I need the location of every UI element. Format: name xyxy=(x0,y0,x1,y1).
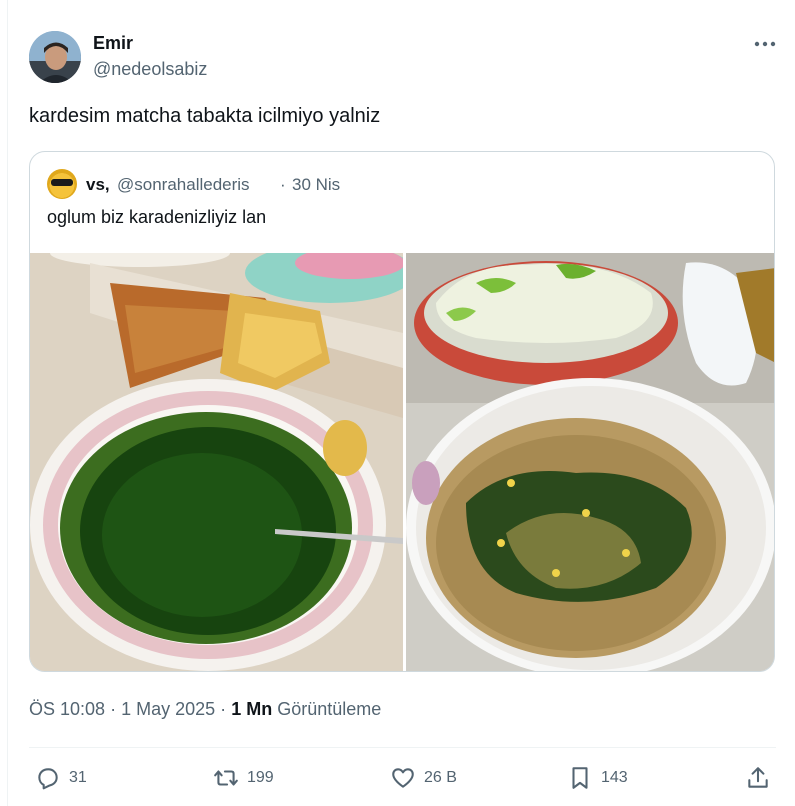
tweet-time[interactable]: ÖS 10:08 xyxy=(29,699,105,719)
bookmark-button[interactable]: 143 xyxy=(567,763,628,793)
reply-count: 31 xyxy=(69,769,87,786)
quote-avatar xyxy=(47,169,77,199)
quoted-tweet[interactable]: vs, @sonrahallederis · 30 Nis oglum biz … xyxy=(29,151,775,672)
quote-text: oglum biz karadenizliyiz lan xyxy=(47,207,267,227)
share-button[interactable] xyxy=(745,763,771,793)
like-button[interactable]: 26 B xyxy=(390,763,457,793)
tweet-text: kardesim matcha tabakta icilmiyo yalniz xyxy=(29,105,381,127)
reply-button[interactable]: 31 xyxy=(35,763,87,793)
author-name[interactable]: Emir xyxy=(93,33,133,54)
author-handle[interactable]: @nedeolsabiz xyxy=(93,59,207,80)
photo-green-soup-plate xyxy=(30,253,403,671)
avatar-photo xyxy=(29,31,81,83)
photo-cabbage-soup-plate xyxy=(406,253,774,671)
views-count: 1 Mn xyxy=(231,699,273,719)
tweet-date[interactable]: 1 May 2025 xyxy=(121,699,215,719)
repost-button[interactable]: 199 xyxy=(213,763,274,793)
repost-count: 199 xyxy=(247,769,274,786)
quote-photo-right[interactable] xyxy=(406,253,774,671)
views-label: Görüntüleme xyxy=(277,699,382,719)
more-horizontal-icon xyxy=(754,41,776,47)
quote-date: 30 Nis xyxy=(292,175,341,194)
tweet-meta: ÖS 10:08 · 1 May 2025 · 1 Mn Görüntüleme xyxy=(29,699,381,720)
actions-divider xyxy=(29,747,776,748)
quote-photo-left[interactable] xyxy=(30,253,403,671)
repost-icon xyxy=(214,770,238,786)
quote-author-handle: @sonrahallederis xyxy=(117,175,250,194)
quote-separator: · xyxy=(280,175,286,194)
share-icon xyxy=(748,767,768,788)
meta-separator: · xyxy=(110,699,117,719)
like-count: 26 B xyxy=(424,769,457,786)
meta-separator: · xyxy=(220,699,227,719)
bookmark-count: 143 xyxy=(601,769,628,786)
heart-icon xyxy=(392,768,414,788)
quote-author-name: vs, xyxy=(86,175,110,194)
more-options-button[interactable] xyxy=(748,30,782,58)
timeline-border xyxy=(7,0,8,806)
reply-icon xyxy=(38,768,58,790)
author-avatar[interactable] xyxy=(29,31,81,83)
bookmark-icon xyxy=(572,767,588,789)
